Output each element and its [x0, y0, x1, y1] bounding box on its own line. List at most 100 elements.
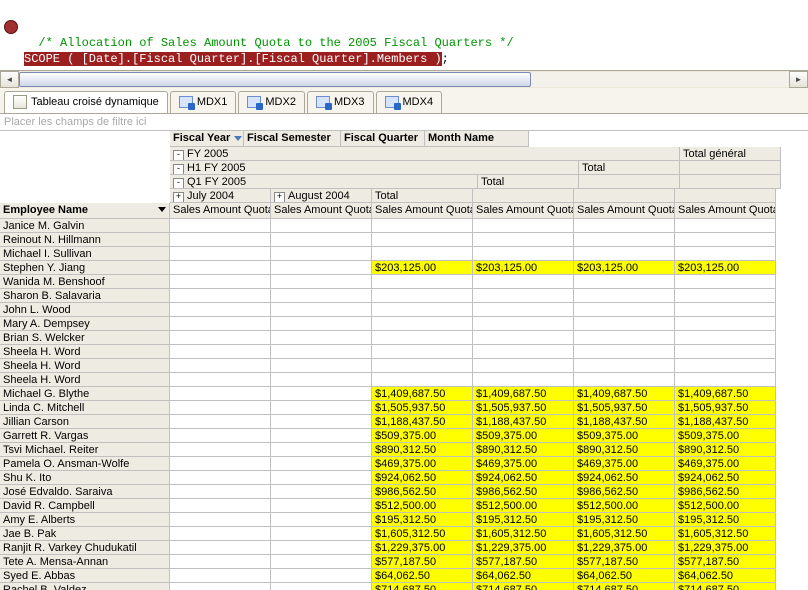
data-cell[interactable]: $1,605,312.50: [372, 527, 473, 541]
data-cell[interactable]: $986,562.50: [675, 485, 776, 499]
col-august[interactable]: +August 2004: [271, 189, 372, 203]
row-label[interactable]: José Edvaldo. Saraiva: [0, 485, 170, 499]
data-cell[interactable]: [170, 513, 271, 527]
data-cell[interactable]: [271, 541, 372, 555]
data-cell[interactable]: [574, 359, 675, 373]
data-cell[interactable]: [271, 275, 372, 289]
col-field-fiscal-year[interactable]: Fiscal Year: [170, 131, 244, 147]
row-label[interactable]: Michael I. Sullivan: [0, 247, 170, 261]
data-cell[interactable]: $1,409,687.50: [473, 387, 574, 401]
data-cell[interactable]: [170, 541, 271, 555]
data-cell[interactable]: [170, 289, 271, 303]
data-cell[interactable]: [170, 471, 271, 485]
filter-drop-zone[interactable]: Placer les champs de filtre ici: [0, 114, 808, 131]
data-cell[interactable]: $195,312.50: [473, 513, 574, 527]
data-cell[interactable]: $1,229,375.00: [574, 541, 675, 555]
data-cell[interactable]: $714,687.50: [574, 583, 675, 590]
data-cell[interactable]: $714,687.50: [372, 583, 473, 590]
breakpoint-marker[interactable]: [4, 20, 18, 34]
data-cell[interactable]: [675, 373, 776, 387]
data-cell[interactable]: [675, 303, 776, 317]
data-cell[interactable]: $1,188,437.50: [473, 415, 574, 429]
row-label[interactable]: Rachel B. Valdez: [0, 583, 170, 590]
data-cell[interactable]: $469,375.00: [473, 457, 574, 471]
data-cell[interactable]: [170, 583, 271, 590]
tab-pivot-table[interactable]: Tableau croisé dynamique: [4, 91, 168, 113]
collapse-icon[interactable]: -: [173, 178, 184, 189]
expand-icon[interactable]: +: [274, 192, 285, 203]
data-cell[interactable]: [574, 345, 675, 359]
data-cell[interactable]: $986,562.50: [372, 485, 473, 499]
data-cell[interactable]: $577,187.50: [574, 555, 675, 569]
data-cell[interactable]: $1,409,687.50: [574, 387, 675, 401]
mdx-code-pane[interactable]: /* Allocation of Sales Amount Quota to t…: [0, 0, 808, 70]
scroll-right-button[interactable]: ►: [789, 71, 808, 88]
data-cell[interactable]: $203,125.00: [473, 261, 574, 275]
data-cell[interactable]: [170, 401, 271, 415]
data-cell[interactable]: [271, 471, 372, 485]
row-label[interactable]: Mary A. Dempsey: [0, 317, 170, 331]
data-cell[interactable]: $1,605,312.50: [473, 527, 574, 541]
data-cell[interactable]: [372, 345, 473, 359]
data-cell[interactable]: [372, 219, 473, 233]
data-cell[interactable]: $924,062.50: [372, 471, 473, 485]
data-cell[interactable]: $890,312.50: [574, 443, 675, 457]
row-label[interactable]: Pamela O. Ansman-Wolfe: [0, 457, 170, 471]
expand-icon[interactable]: +: [173, 192, 184, 203]
data-cell[interactable]: [473, 359, 574, 373]
data-cell[interactable]: $1,188,437.50: [574, 415, 675, 429]
col-july[interactable]: +July 2004: [170, 189, 271, 203]
data-cell[interactable]: $195,312.50: [574, 513, 675, 527]
data-cell[interactable]: [170, 373, 271, 387]
scroll-track[interactable]: [19, 72, 789, 87]
data-cell[interactable]: [372, 331, 473, 345]
row-label[interactable]: Reinout N. Hillmann: [0, 233, 170, 247]
data-cell[interactable]: [170, 457, 271, 471]
data-cell[interactable]: $64,062.50: [675, 569, 776, 583]
data-cell[interactable]: [574, 233, 675, 247]
scroll-left-button[interactable]: ◄: [0, 71, 19, 88]
data-cell[interactable]: $203,125.00: [372, 261, 473, 275]
data-cell[interactable]: [271, 443, 372, 457]
data-cell[interactable]: $512,500.00: [473, 499, 574, 513]
data-cell[interactable]: [372, 359, 473, 373]
data-cell[interactable]: [170, 233, 271, 247]
data-cell[interactable]: [574, 289, 675, 303]
col-q1[interactable]: -Q1 FY 2005: [170, 175, 478, 189]
tab-mdx2[interactable]: MDX2: [238, 91, 305, 113]
data-cell[interactable]: [271, 569, 372, 583]
row-label[interactable]: Sharon B. Salavaria: [0, 289, 170, 303]
data-cell[interactable]: [271, 485, 372, 499]
data-cell[interactable]: [271, 499, 372, 513]
data-cell[interactable]: [675, 359, 776, 373]
data-cell[interactable]: [675, 275, 776, 289]
data-cell[interactable]: $509,375.00: [372, 429, 473, 443]
data-cell[interactable]: [170, 331, 271, 345]
data-cell[interactable]: $890,312.50: [675, 443, 776, 457]
data-cell[interactable]: [271, 345, 372, 359]
row-label[interactable]: Sheela H. Word: [0, 345, 170, 359]
data-cell[interactable]: [271, 429, 372, 443]
data-cell[interactable]: [271, 317, 372, 331]
data-cell[interactable]: $1,229,375.00: [372, 541, 473, 555]
data-cell[interactable]: $1,229,375.00: [473, 541, 574, 555]
row-label[interactable]: Brian S. Welcker: [0, 331, 170, 345]
data-cell[interactable]: [372, 373, 473, 387]
data-cell[interactable]: [372, 275, 473, 289]
row-label[interactable]: Wanida M. Benshoof: [0, 275, 170, 289]
data-cell[interactable]: [574, 247, 675, 261]
data-cell[interactable]: $195,312.50: [372, 513, 473, 527]
data-cell[interactable]: $577,187.50: [473, 555, 574, 569]
data-cell[interactable]: $469,375.00: [372, 457, 473, 471]
row-label[interactable]: Tete A. Mensa-Annan: [0, 555, 170, 569]
row-label[interactable]: Sheela H. Word: [0, 359, 170, 373]
row-label[interactable]: Syed E. Abbas: [0, 569, 170, 583]
data-cell[interactable]: [170, 443, 271, 457]
data-cell[interactable]: [473, 345, 574, 359]
row-label[interactable]: Janice M. Galvin: [0, 219, 170, 233]
row-label[interactable]: Garrett R. Vargas: [0, 429, 170, 443]
data-cell[interactable]: [473, 247, 574, 261]
data-cell[interactable]: [271, 331, 372, 345]
data-cell[interactable]: [574, 219, 675, 233]
data-cell[interactable]: [271, 303, 372, 317]
